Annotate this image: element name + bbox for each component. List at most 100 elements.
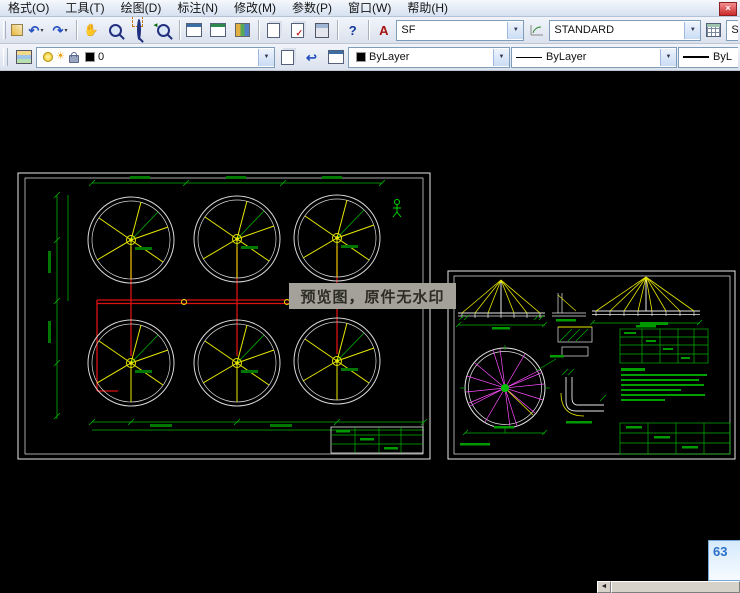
section-details [558,327,592,356]
match-properties-icon[interactable] [10,19,24,42]
drawing-canvas[interactable]: 预览图，原件无水印 63 [0,71,740,581]
popup-window[interactable]: 63 [708,540,740,581]
toolbar-grip[interactable] [3,48,8,66]
watermark: 预览图，原件无水印 [289,283,456,309]
popup-number: 63 [713,544,727,559]
cad-drawing [0,71,740,581]
make-object-layer-current-icon[interactable] [276,46,299,69]
circular-plan-view [460,345,564,435]
close-icon[interactable]: × [719,2,737,16]
chevron-down-icon[interactable]: ▼ [258,49,274,66]
column-detail [552,293,586,322]
table-style-combo[interactable]: Standar [726,20,738,41]
chevron-down-icon[interactable]: ▼ [660,49,676,66]
layer-color-swatch[interactable] [85,52,95,62]
table-style-value: Standar [731,24,738,36]
scale-text-blob [460,443,490,446]
magnifier-icon [157,24,170,37]
layer-freeze-sun-icon[interactable]: ☀ [56,52,65,62]
layer-name-value: 0 [98,51,258,63]
calculator-icon [315,23,329,38]
layer-combo[interactable]: ☀ 0 ▼ [36,47,275,68]
palette-icon [235,23,250,37]
menu-item-modify[interactable]: 修改(M) [226,1,284,16]
pan-icon[interactable]: ✋ [80,19,103,42]
redo-glyph: ↷ [53,24,64,37]
zoom-window-icon[interactable] [128,19,151,42]
horizontal-scrollbar[interactable]: ◄ [597,581,740,593]
window-icon [186,23,202,37]
elevation-view-right [590,277,702,328]
layer-lock-icon[interactable] [69,55,79,63]
chevron-down-icon[interactable]: ▼ [507,22,523,39]
menu-item-help[interactable]: 帮助(H) [399,1,456,16]
layer-states-icon[interactable] [324,46,347,69]
brush-icon [11,24,23,36]
bottom-bar: ◄ [0,581,740,593]
color-combo[interactable]: ByLayer ▼ [348,47,510,68]
layer-previous-icon[interactable]: ↩ [300,46,323,69]
schedule-table [620,322,708,363]
undo-icon[interactable]: ↶▾ [25,19,48,42]
lineweight-combo[interactable]: ByL [678,47,738,68]
right-title-block [620,423,730,454]
markup-set-manager-icon[interactable] [286,19,309,42]
text-style-icon[interactable]: A [372,19,395,42]
sheet-check-icon [291,23,304,38]
scrollbar-thumb[interactable] [611,581,740,593]
menu-item-window[interactable]: 窗口(W) [340,1,399,16]
menu-bar: 格式(O) 工具(T) 绘图(D) 标注(N) 修改(M) 参数(P) 窗口(W… [0,0,740,17]
sheet-icon [267,23,280,38]
linetype-sample-line [516,57,542,58]
toolbar-grip[interactable] [3,21,6,39]
question-glyph: ? [349,23,357,38]
menu-item-draw[interactable]: 绘图(D) [113,1,170,16]
undo-glyph: ↶ [29,24,40,37]
window-icon [328,50,344,64]
layer-on-bulb-icon[interactable] [43,52,53,62]
scroll-left-icon[interactable]: ◄ [597,581,611,593]
sheet-set-manager-icon[interactable] [262,19,285,42]
menu-item-format[interactable]: 格式(O) [0,1,57,16]
dim-style-glyph [529,23,545,37]
lineweight-sample-line [683,56,709,58]
layers-toolbar: ☀ 0 ▼ ↩ ByLayer ▼ ByLayer ▼ ByL [0,44,740,71]
menu-item-tools[interactable]: 工具(T) [57,1,112,16]
dim-style-icon[interactable] [525,19,548,42]
notes-text-block [621,368,707,401]
table-grid-icon [706,23,721,37]
magnifier-icon [137,19,141,40]
chevron-down-icon: ▾ [40,27,43,34]
right-sheet [448,271,735,459]
zoom-window-frame [137,21,141,39]
dim-style-combo[interactable]: STANDARD ▼ [549,20,701,41]
chevron-down-icon: ▾ [64,27,67,34]
zoom-realtime-icon[interactable] [104,19,127,42]
menu-item-dimension[interactable]: 标注(N) [169,1,226,16]
zoom-previous-icon[interactable]: ◂ [152,19,175,42]
linetype-combo[interactable]: ByLayer ▼ [511,47,677,68]
properties-icon[interactable] [183,19,206,42]
menu-item-parametric[interactable]: 参数(P) [284,1,340,16]
back-arrow-glyph: ↩ [306,51,317,64]
window-icon [210,23,226,37]
hand-glyph: ✋ [84,23,99,37]
text-style-combo[interactable]: SF ▼ [396,20,524,41]
lineweight-value: ByL [713,51,738,63]
layers-stack-icon [16,50,32,64]
quickcalc-icon[interactable] [310,19,333,42]
help-icon[interactable]: ? [341,19,364,42]
left-sheet [18,173,430,459]
designcenter-icon[interactable] [207,19,230,42]
chevron-down-icon[interactable]: ▼ [493,49,509,66]
table-style-icon[interactable] [702,19,725,42]
tool-palettes-icon[interactable] [231,19,254,42]
linetype-value: ByLayer [546,51,660,63]
redo-icon[interactable]: ↷▾ [49,19,72,42]
text-style-value: SF [401,24,507,36]
layer-properties-manager-icon[interactable] [12,46,35,69]
chevron-down-icon[interactable]: ▼ [684,22,700,39]
left-title-block [331,427,423,453]
pipe-elbow-detail [561,369,606,424]
standard-toolbar: ↶▾ ↷▾ ✋ ◂ ? A SF ▼ STANDARD ▼ [0,17,740,44]
